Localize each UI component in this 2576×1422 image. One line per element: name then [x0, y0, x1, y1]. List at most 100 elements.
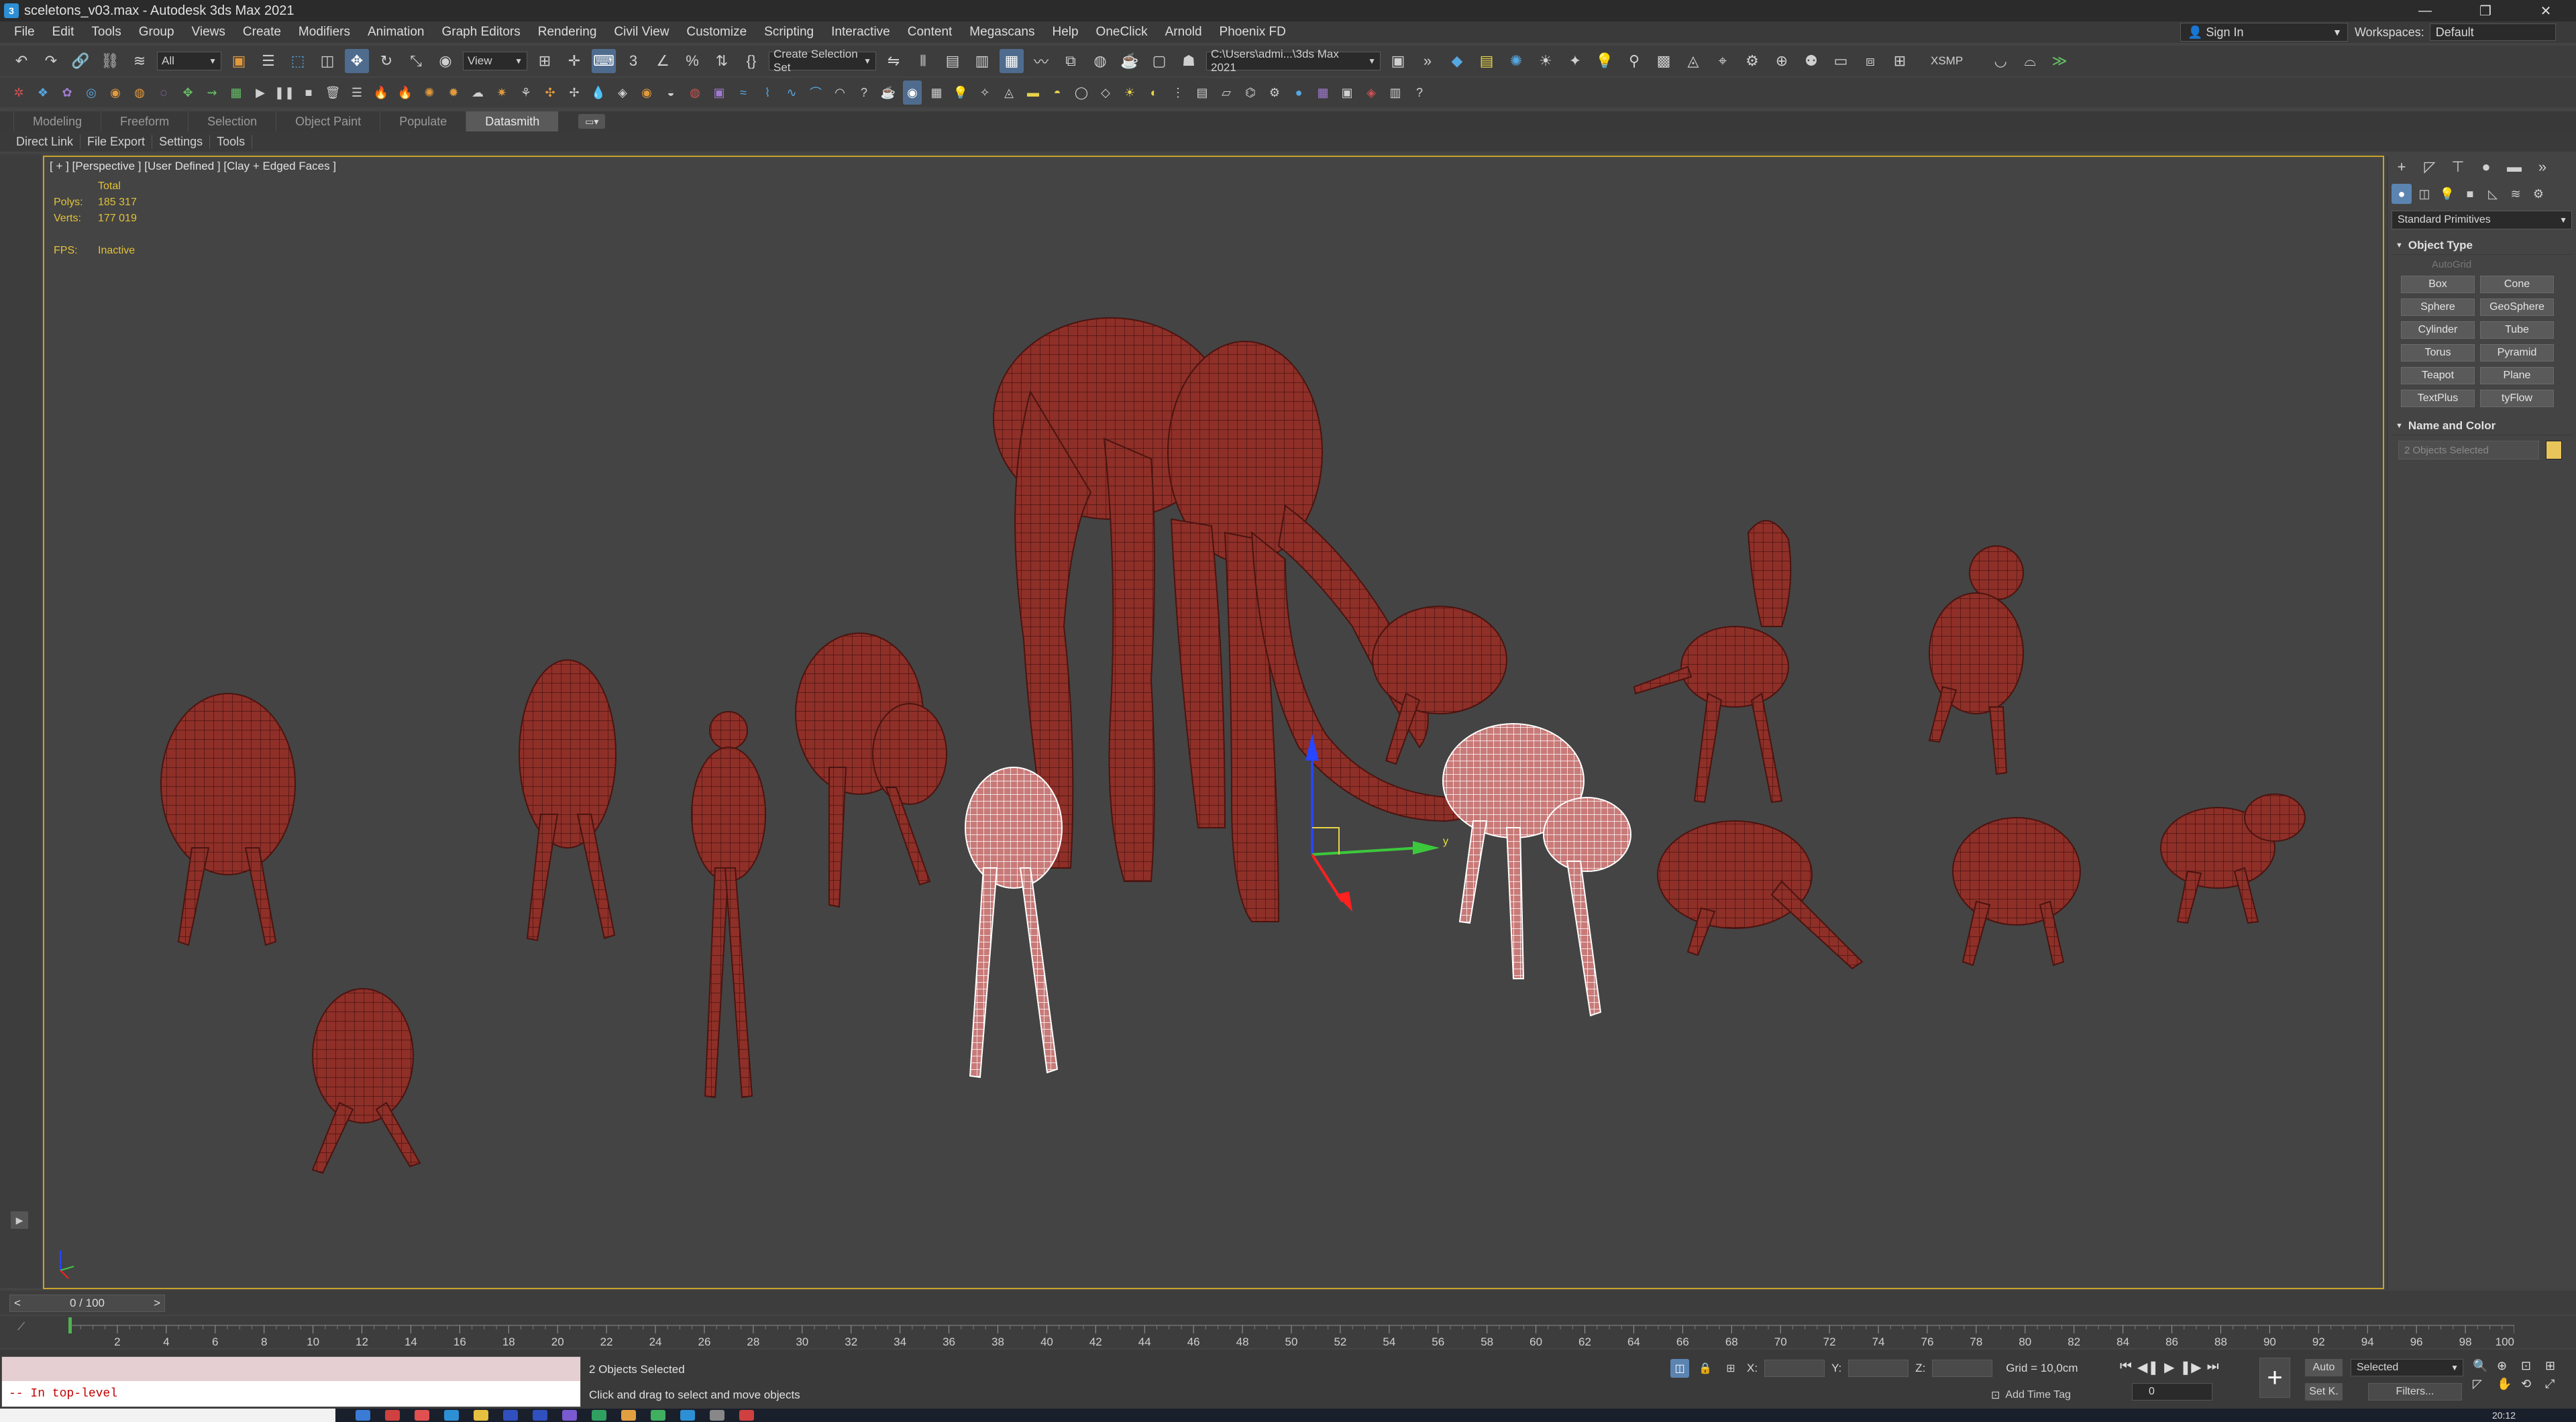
- menu-scripting[interactable]: Scripting: [755, 25, 822, 40]
- vray-frame-buffer-icon[interactable]: ▦: [927, 80, 946, 105]
- time-slider-prev-icon[interactable]: <: [14, 1297, 21, 1310]
- sign-in-dropdown[interactable]: 👤 Sign In ▼: [2180, 23, 2348, 42]
- torus-button[interactable]: Torus: [2401, 344, 2475, 362]
- delete-cache-icon[interactable]: 🗑: [323, 80, 342, 105]
- fire-source-icon[interactable]: 🔥: [372, 80, 390, 105]
- vray-displacement-icon[interactable]: ⌬: [1241, 80, 1260, 105]
- key-filter-dropdown[interactable]: Selected ▼: [2351, 1359, 2463, 1376]
- liquid-icon-6[interactable]: ▣: [710, 80, 729, 105]
- vray-asset-icon[interactable]: ▣: [1338, 80, 1356, 105]
- arnold-ies-icon[interactable]: ⚲: [1622, 49, 1646, 73]
- keyboard-shortcut-override-icon[interactable]: ⌨: [592, 49, 616, 73]
- snaps-toggle-icon[interactable]: 3: [621, 49, 645, 73]
- create-tab-icon[interactable]: +: [2392, 157, 2412, 177]
- vray-plane-icon[interactable]: ▱: [1217, 80, 1236, 105]
- vray-sphere-light-icon[interactable]: ◯: [1072, 80, 1091, 105]
- geometry-icon[interactable]: ●: [2392, 184, 2412, 204]
- menu-animation[interactable]: Animation: [359, 25, 433, 40]
- select-by-name-icon[interactable]: ☰: [256, 49, 280, 73]
- select-place-icon[interactable]: ◉: [433, 49, 458, 73]
- modify-tab-icon[interactable]: ◸: [2420, 157, 2440, 177]
- link-icon[interactable]: 🔗: [68, 49, 93, 73]
- phoenix-icon-4[interactable]: ◎: [82, 80, 101, 105]
- ocean-icon-1[interactable]: ≈: [734, 80, 753, 105]
- toolbar-overflow-icon[interactable]: »: [1415, 49, 1440, 73]
- menu-graph-editors[interactable]: Graph Editors: [433, 25, 529, 40]
- skeleton-right-1[interactable]: [1952, 817, 2081, 967]
- x-coordinate-field[interactable]: [1764, 1360, 1825, 1377]
- render-setup-icon[interactable]: ☕: [1118, 49, 1142, 73]
- subtab-direct-link[interactable]: Direct Link: [9, 134, 81, 149]
- menu-arnold[interactable]: Arnold: [1157, 25, 1211, 40]
- vray-ies-icon[interactable]: ✧: [975, 80, 994, 105]
- arnold-photometric-icon[interactable]: ✦: [1563, 49, 1587, 73]
- menu-group[interactable]: Group: [130, 25, 183, 40]
- pyramid-button[interactable]: Pyramid: [2480, 344, 2554, 362]
- sphere-button[interactable]: Sphere: [2401, 298, 2475, 316]
- simulation-list-icon[interactable]: ☰: [347, 80, 366, 105]
- percent-snap-icon[interactable]: %: [680, 49, 704, 73]
- mirror-icon[interactable]: ⇋: [881, 49, 906, 73]
- align-icon[interactable]: ⫴: [911, 49, 935, 73]
- skeleton-ape[interactable]: [1928, 545, 2024, 775]
- maxscript-input[interactable]: [2, 1357, 580, 1381]
- tube-button[interactable]: Tube: [2480, 321, 2554, 339]
- skeleton-left-2[interactable]: [311, 988, 421, 1174]
- perspective-viewport[interactable]: y [ + ] [Perspective ] [User Defined ] […: [43, 156, 2384, 1289]
- 3dsmax-app-icon[interactable]: 3: [4, 3, 19, 18]
- vray-dome-light-icon[interactable]: ◓: [1048, 80, 1067, 105]
- phoenix-icon-10[interactable]: ▦: [227, 80, 246, 105]
- vray-convert-icon[interactable]: ▥: [1386, 80, 1405, 105]
- arnold-frame-icon[interactable]: ▭: [1829, 49, 1853, 73]
- taskbar-app-icon[interactable]: [592, 1410, 606, 1421]
- ocean-icon-4[interactable]: ⌒: [806, 80, 825, 105]
- foam-icon[interactable]: ✢: [565, 80, 584, 105]
- maximize-viewport-icon[interactable]: ⤢: [2545, 1377, 2567, 1391]
- subtab-settings[interactable]: Settings: [152, 134, 211, 149]
- play-simulation-icon[interactable]: ▶: [251, 80, 270, 105]
- arnold-help-icon[interactable]: ⚉: [1799, 49, 1823, 73]
- menu-civil-view[interactable]: Civil View: [605, 25, 678, 40]
- bind-spacewarp-icon[interactable]: ≋: [127, 49, 152, 73]
- taskbar-app-icon[interactable]: [474, 1410, 488, 1421]
- add-time-tag[interactable]: ⊡ Add Time Tag: [1991, 1388, 2071, 1402]
- ocean-icon-2[interactable]: ⌇: [758, 80, 777, 105]
- sync-icon[interactable]: ◡: [1988, 49, 2012, 73]
- toggle-scene-explorer-icon[interactable]: ▤: [941, 49, 965, 73]
- skeleton-anteater[interactable]: [1657, 820, 1864, 970]
- time-slider[interactable]: < 0 / 100 >: [9, 1295, 165, 1312]
- menu-tools[interactable]: Tools: [83, 25, 129, 40]
- taskbar-app-icon[interactable]: [356, 1410, 370, 1421]
- vray-ambient-icon[interactable]: ◬: [1000, 80, 1018, 105]
- menu-megascans[interactable]: Megascans: [961, 25, 1043, 40]
- liquid-icon-5[interactable]: ◍: [686, 80, 704, 105]
- object-type-header[interactable]: ▼ Object Type: [2392, 236, 2572, 255]
- arnold-grid-icon[interactable]: ⊞: [1888, 49, 1912, 73]
- vray-lister-icon[interactable]: ▦: [1313, 80, 1332, 105]
- grid-source-icon[interactable]: ✣: [541, 80, 559, 105]
- ribbon-tab-modeling[interactable]: Modeling: [13, 111, 101, 131]
- object-color-swatch[interactable]: [2546, 441, 2562, 459]
- cameras-icon[interactable]: ■: [2460, 184, 2480, 204]
- restore-button[interactable]: ❐: [2455, 0, 2516, 21]
- arnold-light-icon[interactable]: ✺: [1504, 49, 1528, 73]
- pause-simulation-icon[interactable]: ❚❚: [274, 80, 294, 105]
- vray-help-icon[interactable]: ?: [1410, 80, 1429, 105]
- vray-mesh-light-icon[interactable]: ◇: [1096, 80, 1115, 105]
- menu-rendering[interactable]: Rendering: [529, 25, 606, 40]
- arnold-skydome-icon[interactable]: ☀: [1534, 49, 1558, 73]
- set-key-button[interactable]: Set K.: [2305, 1383, 2343, 1401]
- rendered-frame-window-icon[interactable]: ▢: [1147, 49, 1171, 73]
- minimize-button[interactable]: —: [2395, 0, 2455, 21]
- menu-views[interactable]: Views: [183, 25, 234, 40]
- spinner-snap-icon[interactable]: ⇅: [710, 49, 734, 73]
- menu-help[interactable]: Help: [1043, 25, 1087, 40]
- liquid-icon-4[interactable]: ◒: [661, 80, 680, 105]
- edit-named-selection-icon[interactable]: {}: [739, 49, 763, 73]
- emitter-icon[interactable]: ⚘: [517, 80, 535, 105]
- maxscript-output[interactable]: -- In top-level: [2, 1381, 580, 1407]
- maxscript-listener[interactable]: -- In top-level: [1, 1356, 581, 1407]
- skeleton-right-2[interactable]: [2160, 794, 2306, 924]
- arnold-crop-icon[interactable]: ⧈: [1858, 49, 1882, 73]
- smoke-preset-icon[interactable]: ☁: [468, 80, 487, 105]
